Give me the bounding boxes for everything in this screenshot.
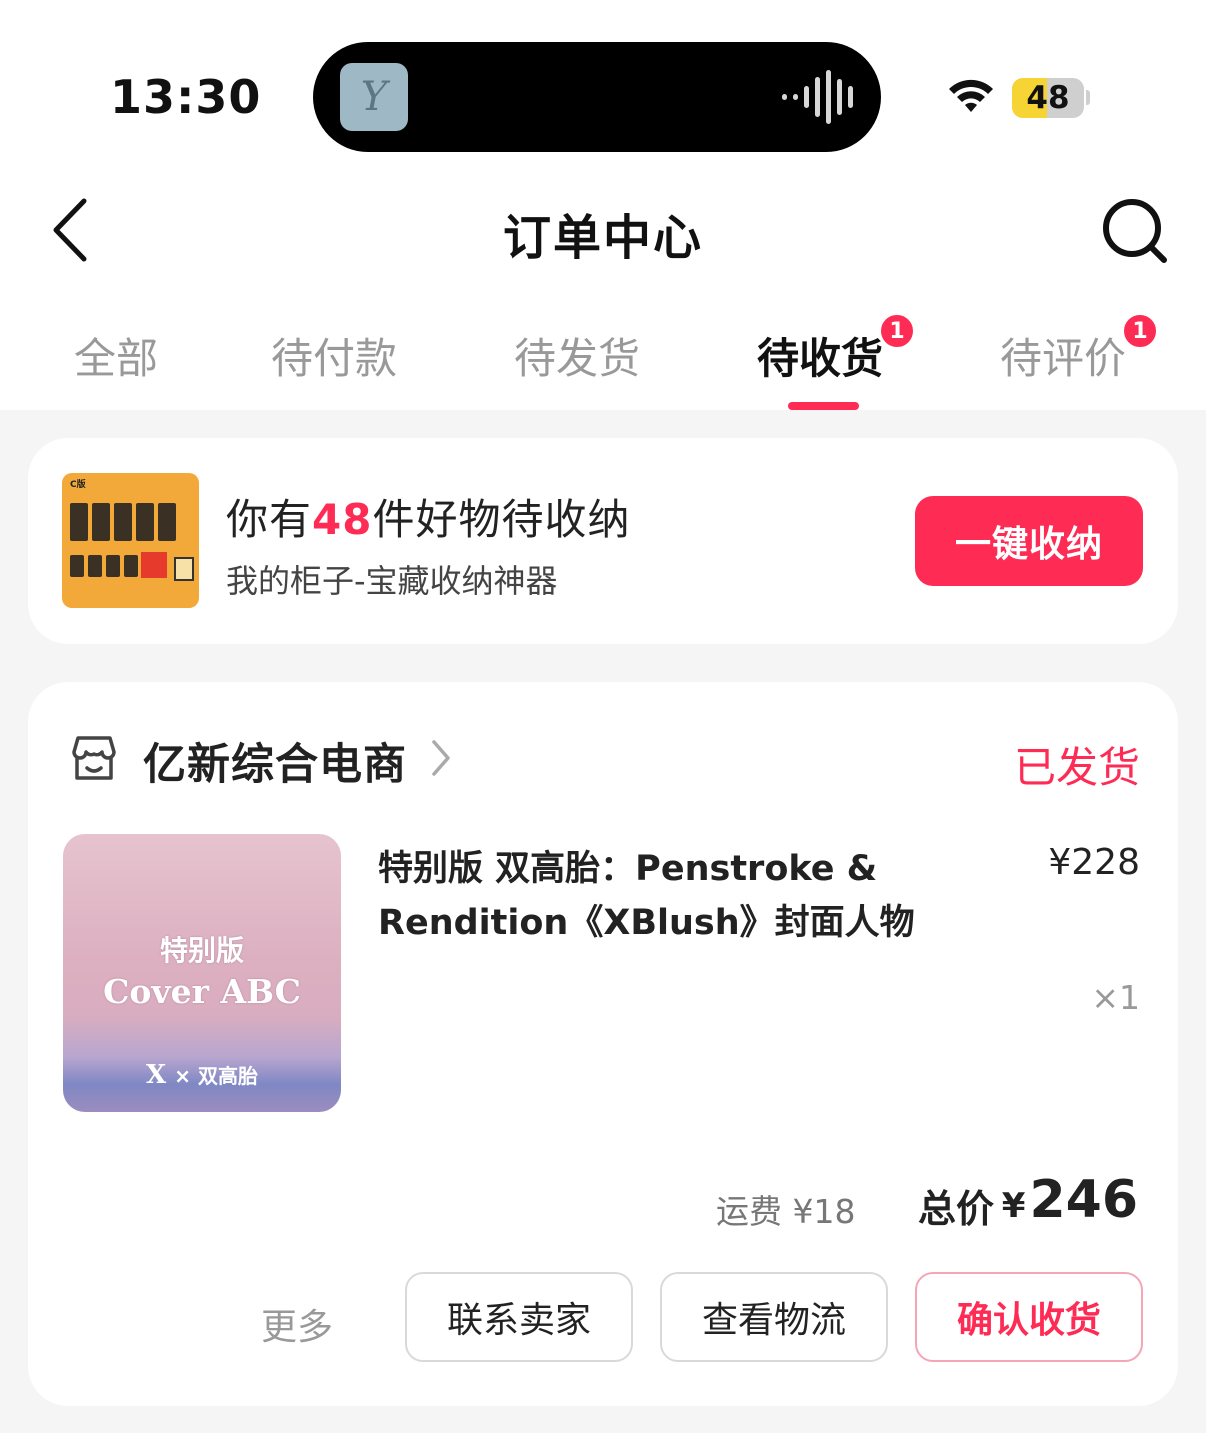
promo-subtitle: 我的柜子-宝藏收纳神器 <box>226 562 558 600</box>
tab-all[interactable]: 全部 <box>74 325 158 386</box>
promo-thumbnail: C版 <box>62 473 199 608</box>
tab-pending-shipment[interactable]: 待发货 <box>514 325 640 386</box>
search-icon[interactable] <box>1100 196 1170 266</box>
product-price: ¥228 <box>1048 842 1140 883</box>
thumb-red-block <box>141 552 167 578</box>
wifi-icon <box>949 79 993 112</box>
product-quantity: ×1 <box>1091 978 1140 1017</box>
promo-title: 你有48件好物待收纳 <box>226 486 630 547</box>
one-click-store-button[interactable]: 一键收纳 <box>915 496 1143 586</box>
status-time: 13:30 <box>110 70 262 124</box>
product-image-mark: X <box>146 1060 167 1090</box>
thumb-tag: C版 <box>70 480 86 490</box>
store-icon <box>72 736 116 780</box>
store-name[interactable]: 亿新综合电商 <box>143 730 407 792</box>
order-card: 亿新综合电商 已发货 特别版 Cover ABC X × 双高胎 特别版 双高胎：… <box>28 682 1178 1406</box>
shipping-fee: 运费 ¥18 <box>716 1192 856 1231</box>
thumb-question-block <box>174 557 194 581</box>
contact-seller-button[interactable]: 联系卖家 <box>405 1272 633 1362</box>
total-price: ¥246 <box>1002 1170 1138 1230</box>
total-amount: 246 <box>1029 1170 1138 1230</box>
island-avatar-text: Y <box>360 74 388 120</box>
total-currency: ¥ <box>1001 1186 1026 1226</box>
promo-title-count: 48 <box>312 495 373 544</box>
product-image-line2: Cover ABC <box>103 972 301 1011</box>
product-title[interactable]: 特别版 双高胎：Penstroke & Rendition《XBlush》封面人… <box>378 842 958 950</box>
order-status: 已发货 <box>1013 743 1140 792</box>
storage-promo-card[interactable]: C版 你有48件好物待收纳 我的柜子-宝藏收纳神器 一键收纳 <box>28 438 1178 644</box>
battery-indicator: 48 <box>1012 78 1084 118</box>
active-tab-indicator <box>788 402 859 410</box>
product-image-line3: X × 双高胎 <box>63 1060 341 1090</box>
tab-pending-payment[interactable]: 待付款 <box>271 325 397 386</box>
confirm-receipt-button[interactable]: 确认收货 <box>915 1272 1143 1362</box>
tab-pending-receipt-badge: 1 <box>879 313 915 349</box>
view-logistics-button[interactable]: 查看物流 <box>660 1272 888 1362</box>
island-avatar: Y <box>340 63 408 131</box>
tab-pending-receipt[interactable]: 待收货 <box>757 325 883 386</box>
product-image-line3-text: × 双高胎 <box>174 1064 258 1088</box>
page-title: 订单中心 <box>502 210 703 266</box>
product-image-line1: 特别版 <box>159 934 244 967</box>
more-actions-link[interactable]: 更多 <box>261 1298 333 1350</box>
promo-title-suffix: 件好物待收纳 <box>372 495 631 544</box>
tab-pending-review-badge: 1 <box>1122 313 1158 349</box>
total-label: 总价 <box>918 1187 995 1231</box>
promo-title-prefix: 你有 <box>226 495 313 544</box>
tab-pending-review[interactable]: 待评价 <box>1000 325 1126 386</box>
battery-tip <box>1086 90 1090 105</box>
battery-text: 48 <box>1026 80 1070 116</box>
audio-wave-icon <box>782 70 853 124</box>
chevron-right-icon[interactable] <box>429 738 453 778</box>
dynamic-island[interactable]: Y <box>313 42 881 152</box>
product-image[interactable]: 特别版 Cover ABC X × 双高胎 <box>63 834 341 1112</box>
